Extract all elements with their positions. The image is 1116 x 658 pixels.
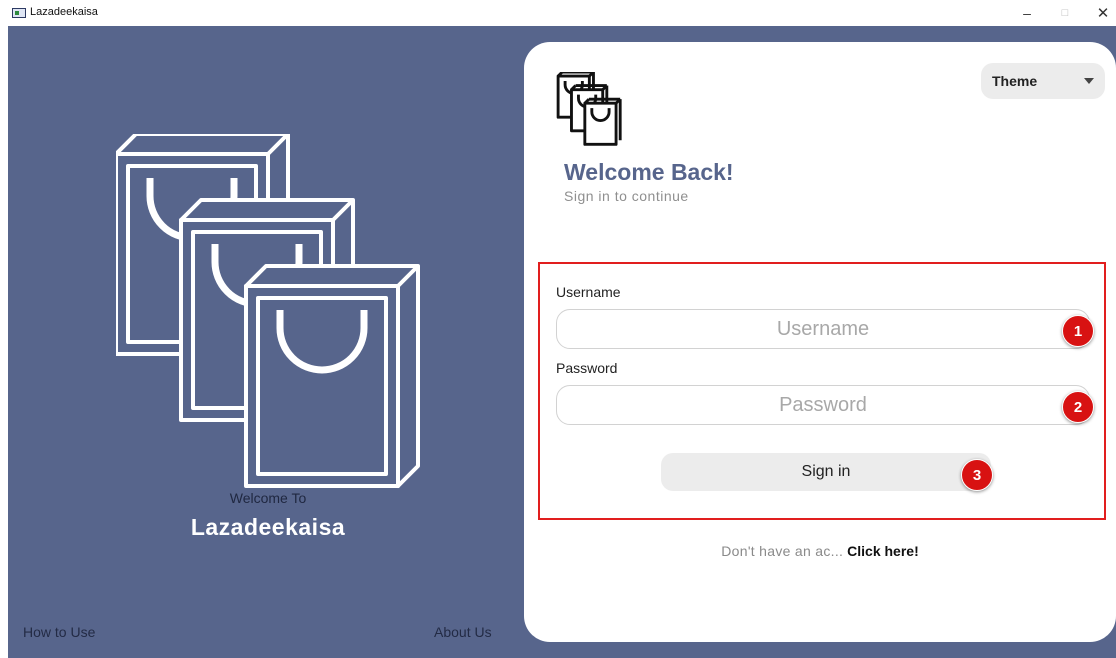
annotation-badge-1: 1 [1062, 315, 1094, 347]
left-panel: Welcome To Lazadeekaisa How to Use About… [8, 26, 528, 658]
title-bar: Lazadeekaisa – □ ✕ [0, 0, 1116, 26]
close-icon[interactable]: ✕ [1084, 2, 1116, 24]
shopping-bags-logo-icon [556, 72, 622, 146]
welcome-heading: Welcome Back! [564, 159, 734, 185]
maximize-icon[interactable]: □ [1046, 2, 1084, 24]
theme-dropdown[interactable]: Theme [981, 63, 1105, 99]
username-label: Username [556, 284, 621, 300]
annotation-badge-2: 2 [1062, 391, 1094, 423]
caret-down-icon [1084, 78, 1094, 84]
app-window-icon [12, 8, 26, 18]
about-us-link[interactable]: About Us [434, 624, 492, 640]
window-body: Welcome To Lazadeekaisa How to Use About… [8, 26, 1116, 658]
signup-link[interactable]: Click here! [847, 543, 919, 559]
signin-subheading: Sign in to continue [564, 188, 689, 204]
theme-dropdown-label: Theme [992, 73, 1038, 89]
shopping-bags-icon [116, 134, 420, 488]
signup-row: Don't have an ac... Click here! [524, 543, 1116, 559]
sign-in-button[interactable]: Sign in [661, 453, 991, 491]
password-label: Password [556, 360, 618, 376]
signup-prompt: Don't have an ac... [721, 543, 844, 559]
password-input[interactable] [556, 385, 1090, 425]
login-card: Theme Welcome Back! Sign in to continue … [524, 42, 1116, 642]
username-input[interactable] [556, 309, 1090, 349]
window-title: Lazadeekaisa [30, 6, 98, 18]
brand-name: Lazadeekaisa [190, 514, 346, 540]
annotation-badge-3: 3 [961, 459, 993, 491]
welcome-to-text: Welcome To [229, 490, 307, 506]
how-to-use-link[interactable]: How to Use [23, 624, 95, 640]
minimize-icon[interactable]: – [1008, 2, 1046, 24]
